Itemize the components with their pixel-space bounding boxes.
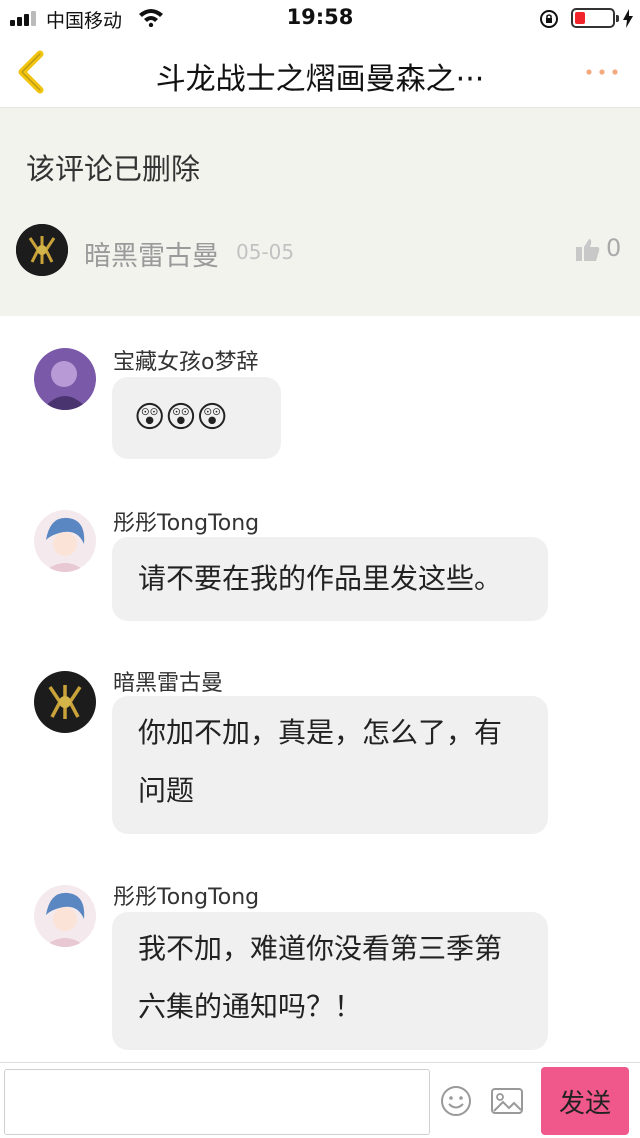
message-bubble: 我不加，难道你没看第三季第 六集的通知吗？！ <box>112 912 548 1050</box>
parent-comment-date: 05-05 <box>236 240 295 264</box>
charging-bolt-icon <box>623 9 633 28</box>
status-bar: 中国移动 19:58 <box>0 0 640 36</box>
message-line: 我不加，难道你没看第三季第 <box>138 932 503 965</box>
message-line: 六集的通知吗？！ <box>138 990 363 1023</box>
message-author: 宝藏女孩o梦辞 <box>113 350 259 375</box>
message-bubble: 请不要在我的作品里发这些。 <box>112 537 548 621</box>
avatar[interactable] <box>34 348 96 410</box>
composer: 发送 <box>0 1062 640 1138</box>
parent-comment: 该评论已删除 暗黑雷古曼 05-05 0 <box>0 108 640 316</box>
message-author: 彤彤TongTong <box>113 511 260 536</box>
thumbs-up-icon[interactable] <box>574 236 602 264</box>
message-author: 彤彤TongTong <box>113 885 260 910</box>
image-icon[interactable] <box>490 1087 524 1115</box>
message-line: 你加不加，真是，怎么了，有 <box>138 716 503 749</box>
like-count: 0 <box>606 234 622 262</box>
more-options-icon[interactable] <box>584 62 620 82</box>
send-button[interactable]: 发送 <box>541 1067 629 1135</box>
rotation-lock-icon <box>540 10 558 28</box>
battery-icon <box>571 8 619 28</box>
message-bubble: 😲😲😲 <box>112 377 281 459</box>
message-line: 问题 <box>138 774 195 807</box>
avatar[interactable] <box>34 510 96 572</box>
back-icon[interactable] <box>14 50 48 94</box>
avatar[interactable] <box>34 885 96 947</box>
avatar[interactable] <box>34 671 96 733</box>
parent-comment-text: 该评论已删除 <box>26 152 201 186</box>
nav-bar: 斗龙战士之熠画曼森之··· <box>0 36 640 108</box>
emoji-icon[interactable] <box>440 1085 472 1117</box>
message-bubble: 你加不加，真是，怎么了，有 问题 <box>112 696 548 834</box>
message-input[interactable] <box>4 1069 430 1135</box>
page-title: 斗龙战士之熠画曼森之··· <box>155 62 485 97</box>
parent-comment-author[interactable]: 暗黑雷古曼 <box>84 234 219 273</box>
message-author: 暗黑雷古曼 <box>113 671 224 696</box>
avatar[interactable] <box>16 224 68 276</box>
